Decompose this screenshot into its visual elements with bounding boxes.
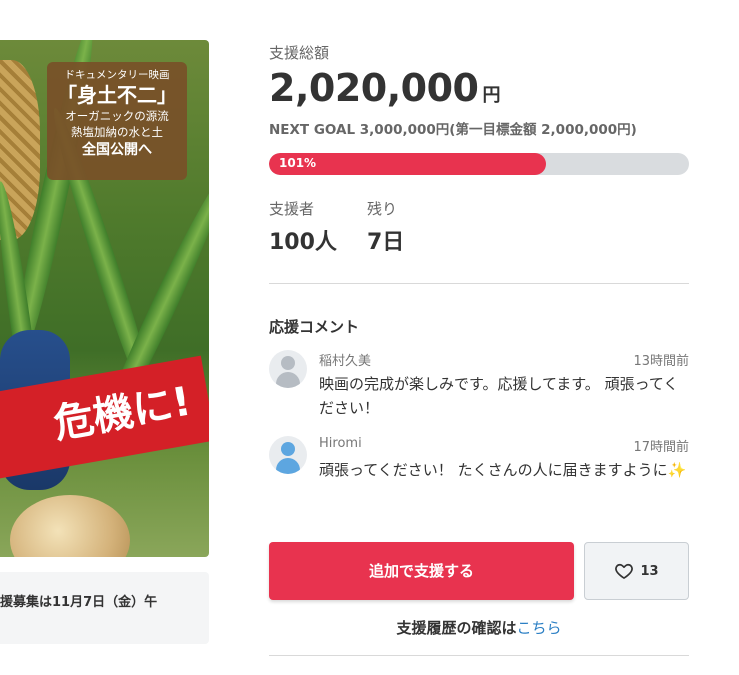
movie-sign: ドキュメンタリー映画 「身土不二」 オーガニックの源流 熱塩加納の水と土 全国公… <box>47 62 187 180</box>
additional-support-button[interactable]: 追加で支援する <box>269 542 574 600</box>
comment-text: 映画の完成が楽しみです。応援してます。 頑張ってください！ <box>319 375 679 417</box>
total-label: 支援総額 <box>269 44 330 62</box>
user-avatar-icon[interactable] <box>269 350 307 388</box>
heart-icon <box>615 563 634 579</box>
support-history: 支援履歴の確認はこちら <box>269 617 689 638</box>
comment-author[interactable]: Hiromi <box>319 436 362 451</box>
comment-text-body: 頑張ってください！ たくさんの人に届きますように <box>319 461 668 479</box>
deadline-notice: 援募集は11月7日（金）午 <box>0 572 209 644</box>
sign-title: 「身土不二」 <box>57 83 177 107</box>
sign-line: オーガニックの源流 <box>65 109 169 123</box>
total-amount-value: 2,020,000 <box>269 66 479 110</box>
sign-line: 熱塩加納の水と土 <box>71 125 163 139</box>
divider <box>269 655 689 656</box>
like-count: 13 <box>640 563 659 579</box>
comment-item: 稲村久美 13時間前 映画の完成が楽しみです。応援してます。 頑張ってください！ <box>269 350 689 430</box>
comment-time: 13時間前 <box>633 354 689 369</box>
user-avatar-icon[interactable] <box>269 436 307 474</box>
comment-item: Hiromi 17時間前 頑張ってください！ たくさんの人に届きますように✨ <box>269 436 689 516</box>
project-hero-image: ドキュメンタリー映画 「身土不二」 オーガニックの源流 熱塩加納の水と土 全国公… <box>0 40 209 557</box>
comment-author[interactable]: 稲村久美 <box>319 350 371 369</box>
next-goal-text: NEXT GOAL 3,000,000円(第一目標金額 2,000,000円) <box>269 122 637 138</box>
total-amount: 2,020,000 円 <box>269 66 500 110</box>
divider <box>269 283 689 284</box>
comments-title: 応援コメント <box>269 318 360 336</box>
like-button[interactable]: 13 <box>584 542 689 600</box>
remaining-label: 残り <box>367 200 398 218</box>
onion-graphic <box>10 495 130 557</box>
sign-subtitle: ドキュメンタリー映画 <box>64 69 170 81</box>
deadline-text: 援募集は11月7日（金）午 <box>0 595 158 610</box>
currency-label: 円 <box>482 85 500 106</box>
remaining-days: 7日 <box>367 230 405 255</box>
sign-line: 全国公開へ <box>82 142 152 158</box>
history-link[interactable]: こちら <box>517 619 562 637</box>
funding-progress-bar: 101% <box>269 153 689 175</box>
supporters-count: 100人 <box>269 230 337 255</box>
sparkle-icon: ✨ <box>667 461 687 479</box>
banner-text: 危機に! <box>50 378 195 448</box>
supporters-label: 支援者 <box>269 200 315 218</box>
progress-percent: 101% <box>279 156 317 170</box>
history-text: 支援履歴の確認は <box>396 619 517 637</box>
comment-time: 17時間前 <box>633 440 689 455</box>
comment-text: 頑張ってください！ たくさんの人に届きますように✨ <box>319 458 691 482</box>
